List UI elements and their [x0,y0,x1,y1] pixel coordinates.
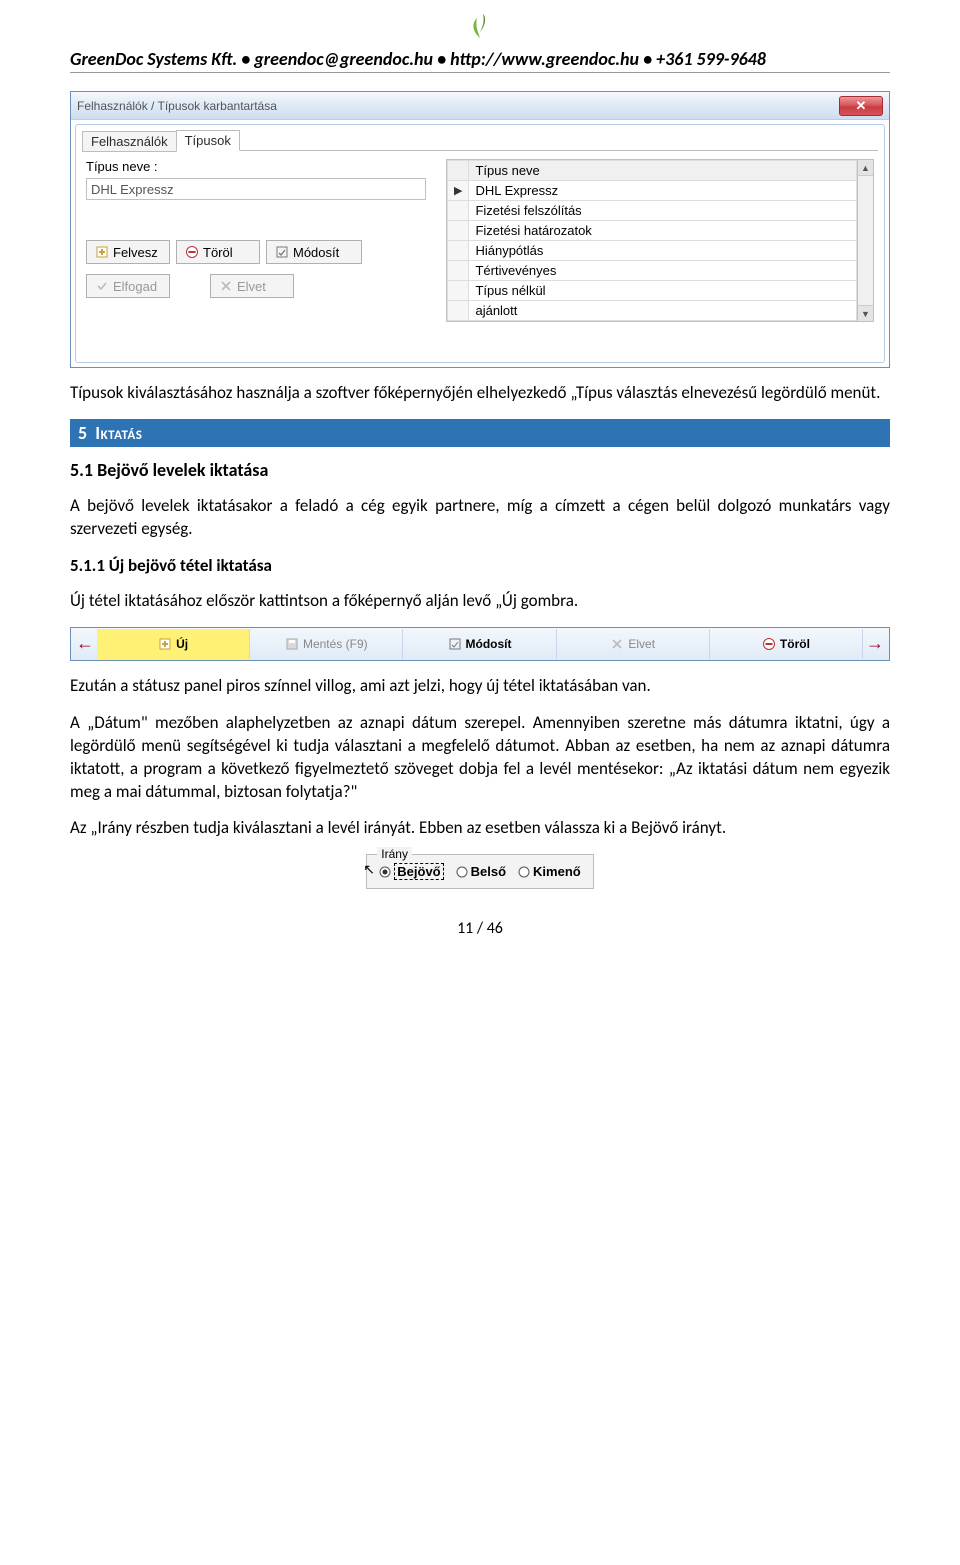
types-grid[interactable]: Típus neve ▶DHL Expressz Fizetési felszó… [446,159,874,322]
grid-row[interactable]: Tértivevényes [469,261,857,281]
prev-arrow-icon[interactable]: ← [73,633,97,654]
heading-5-1: 5.1 Bejövő levelek iktatása [70,459,890,481]
row-marker-icon: ▶ [448,181,469,201]
page-number: 11 / 46 [0,919,960,938]
section-5-heading: 5 Iktatás [70,419,890,447]
save-button[interactable]: Mentés (F9) [250,629,403,659]
grid-row[interactable]: DHL Expressz [469,181,857,201]
header-underline [70,72,890,73]
types-dialog: Felhasználók / Típusok karbantartása ✕ F… [70,91,890,368]
paragraph: Az „Irány részben tudja kiválasztani a l… [70,817,890,840]
page-header [0,0,960,46]
heading-5-1-1: 5.1.1 Új bejövő tétel iktatása [70,555,890,576]
direction-option-internal[interactable]: Belső [456,864,506,879]
phone: +361 599-9648 [656,48,766,70]
direction-legend: Irány [377,847,412,861]
direction-option-outgoing[interactable]: Kimenő [518,864,581,879]
logo [463,10,497,42]
grid-row[interactable]: Fizetési felszólítás [469,201,857,221]
grid-row[interactable]: Típus nélkül [469,281,857,301]
delete-button[interactable]: Töröl [176,240,260,264]
tab-users[interactable]: Felhasználók [82,131,177,152]
modify-button[interactable]: Módosít [266,240,362,264]
new-button[interactable]: Új [97,629,250,659]
paragraph: A „Dátum" mezőben alaphelyzetben az azna… [70,712,890,804]
company-name: GreenDoc Systems Kft. [70,48,237,70]
dialog-titlebar: Felhasználók / Típusok karbantartása ✕ [71,92,889,120]
grid-row[interactable]: Fizetési határozatok [469,221,857,241]
contact-line: GreenDoc Systems Kft. • greendoc@greendo… [70,46,890,72]
type-name-input[interactable] [86,178,426,200]
paragraph: Ezután a státusz panel piros színnel vil… [70,675,890,698]
type-name-label: Típus neve : [86,159,426,174]
next-arrow-icon[interactable]: → [863,633,887,654]
scroll-up-icon[interactable]: ▲ [858,160,873,176]
delete-button[interactable]: Töröl [710,629,863,659]
paragraph: A bejövő levelek iktatásakor a feladó a … [70,495,890,541]
modify-button[interactable]: Módosít [403,629,556,659]
scroll-down-icon[interactable]: ▼ [858,305,873,321]
grid-row[interactable]: ajánlott [469,301,857,321]
grid-scrollbar[interactable]: ▲ ▼ [858,159,874,322]
accept-button[interactable]: Elfogad [86,274,170,298]
dialog-title: Felhasználók / Típusok karbantartása [77,99,839,113]
tab-types[interactable]: Típusok [176,130,240,151]
reject-button[interactable]: Elvet [210,274,294,298]
grid-header[interactable]: Típus neve [469,161,857,181]
close-button[interactable]: ✕ [839,96,883,116]
paragraph: Új tétel iktatásához először kattintson … [70,590,890,613]
reject-button[interactable]: Elvet [557,629,710,659]
close-icon: ✕ [856,99,867,112]
direction-group: ↖ Irány Bejövő Belső Kimenő [366,854,593,889]
paragraph: Típusok kiválasztásához használja a szof… [70,382,890,405]
tabs-row: Felhasználók Típusok [76,125,884,150]
direction-option-incoming[interactable]: Bejövő [379,863,443,880]
grid-row[interactable]: Hiánypótlás [469,241,857,261]
email: greendoc@greendoc.hu [254,48,433,70]
add-button[interactable]: Felvesz [86,240,170,264]
record-toolbar: ← Új Mentés (F9) Módosít Elvet Töröl → [70,627,890,661]
cursor-icon: ↖ [363,861,375,878]
url: http://www.greendoc.hu [450,48,639,70]
